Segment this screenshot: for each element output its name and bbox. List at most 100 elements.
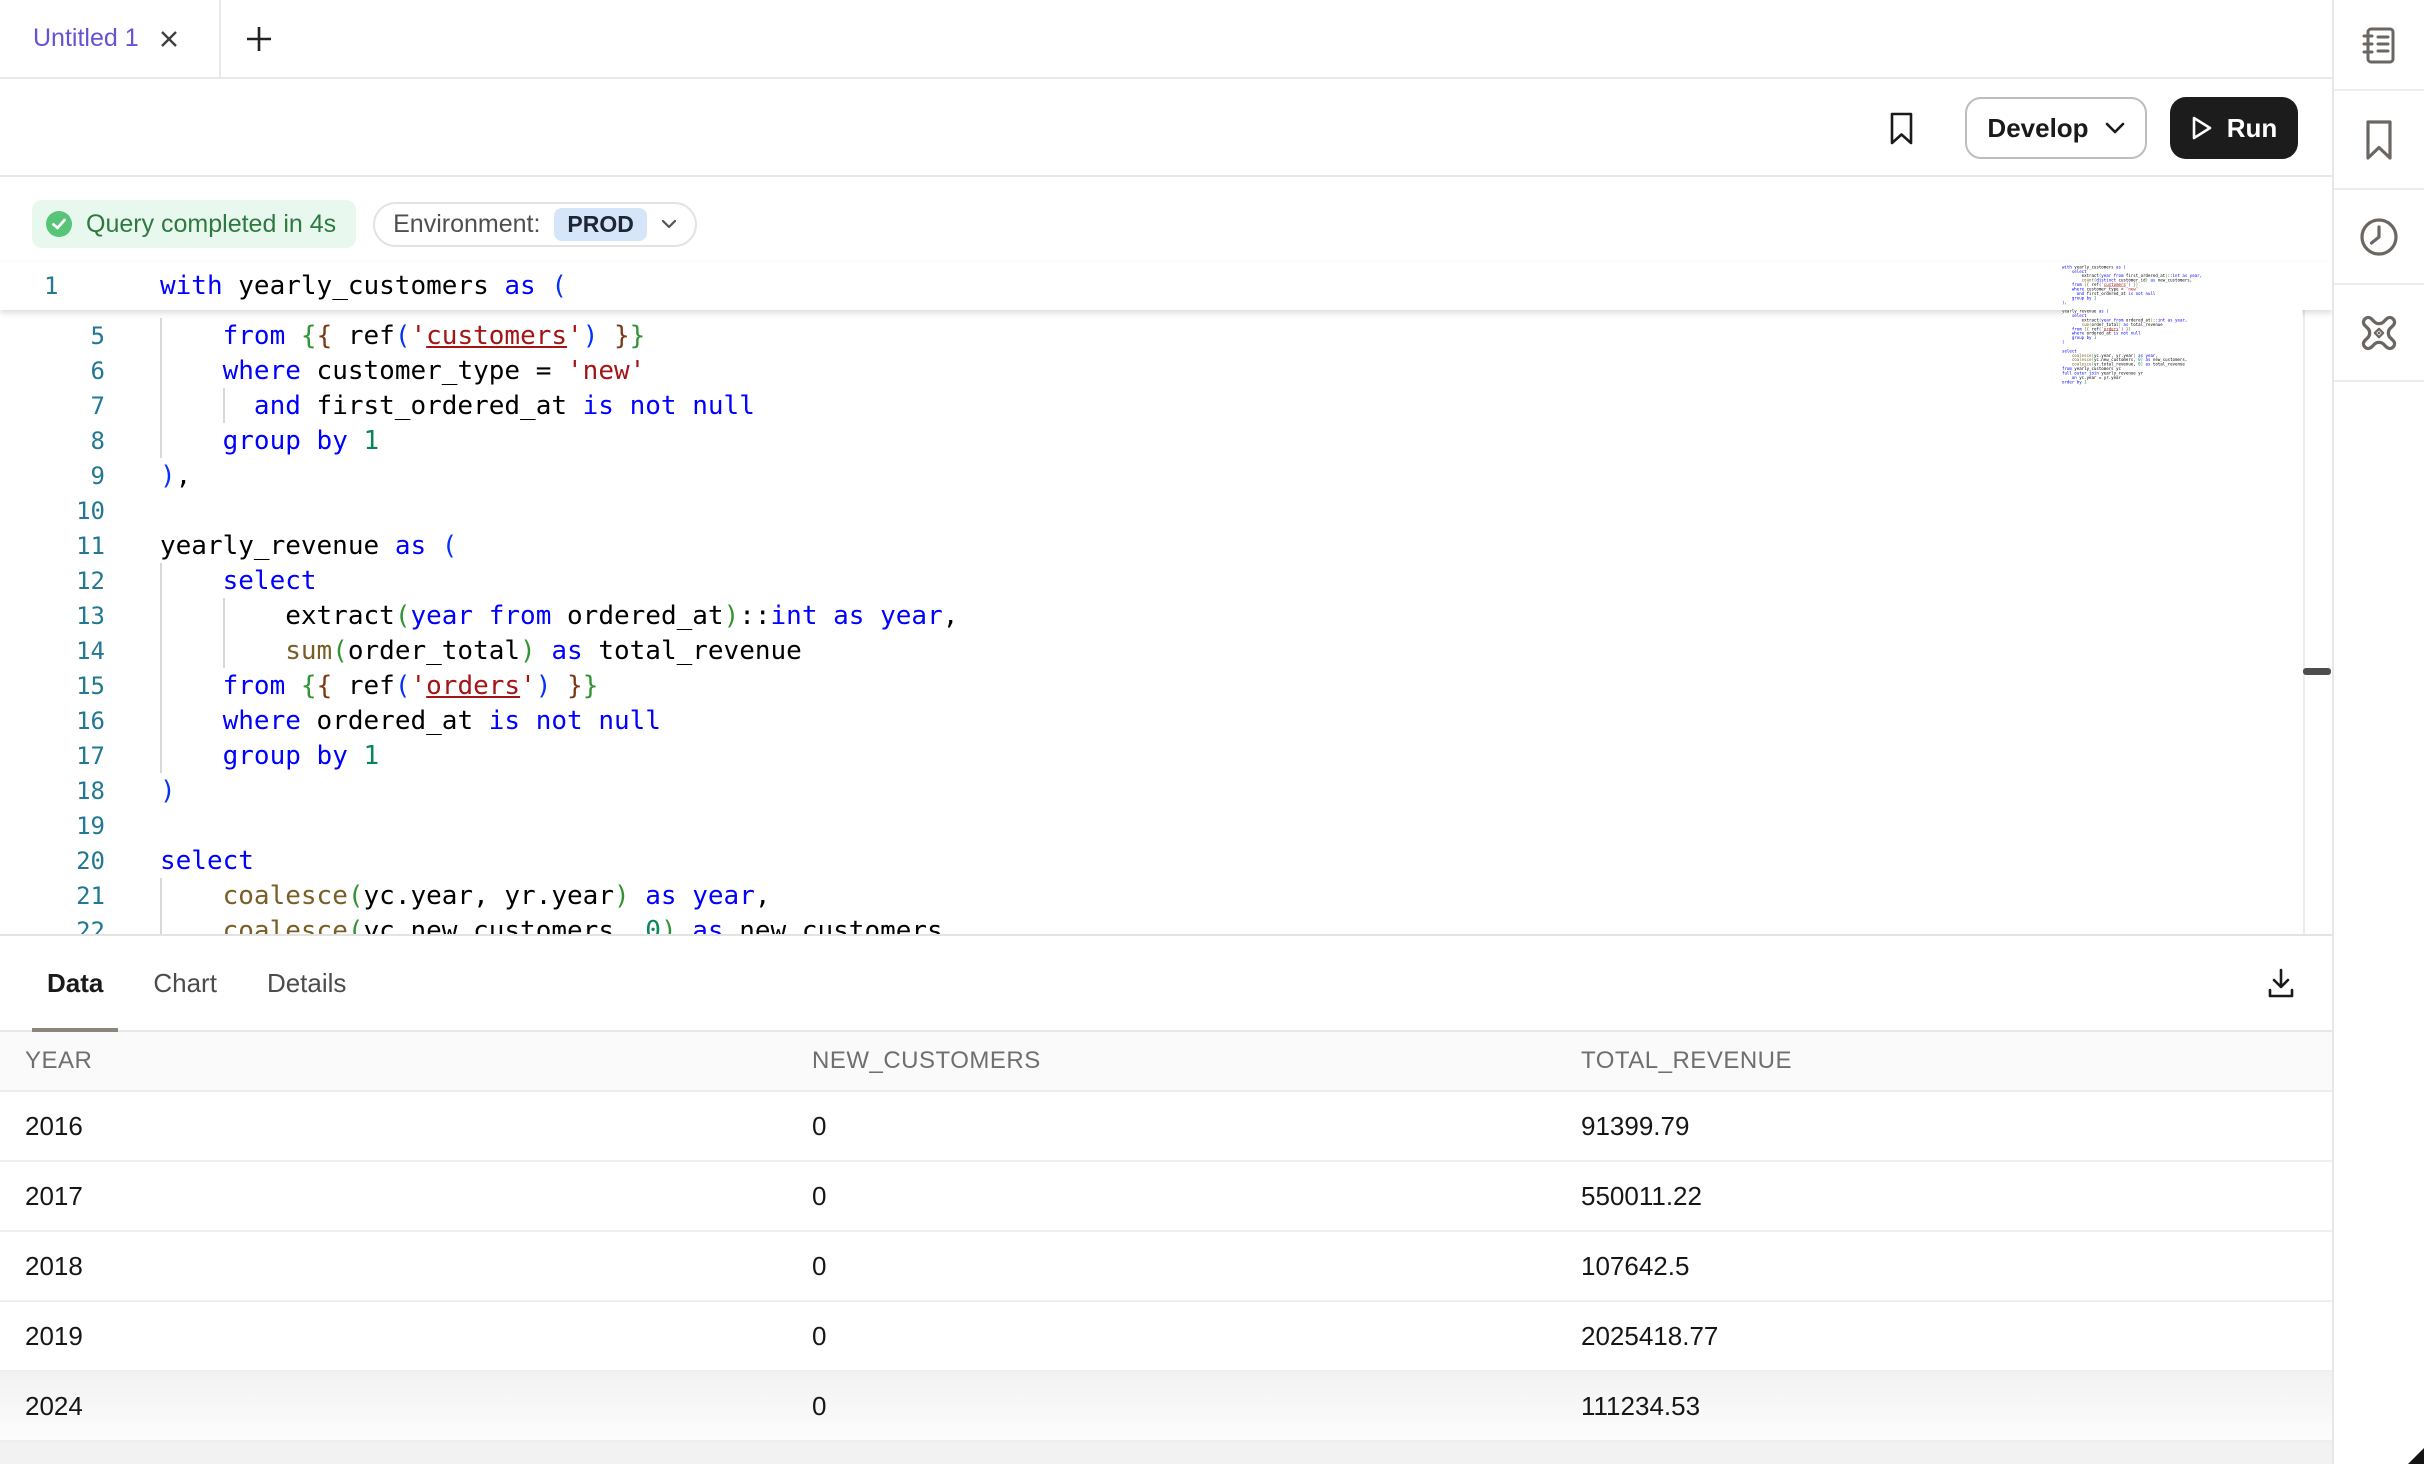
- line-number: 5: [0, 322, 105, 350]
- code-line-10[interactable]: 10: [0, 493, 2300, 528]
- code-lines[interactable]: 5 from {{ ref('customers') }}6 where cus…: [0, 318, 2300, 934]
- table-cell: 91399.79: [1581, 1111, 2332, 1142]
- table-row[interactable]: 2016091399.79: [0, 1092, 2332, 1162]
- plus-icon: [244, 24, 274, 54]
- code-line-5[interactable]: 5 from {{ ref('customers') }}: [0, 318, 2300, 353]
- sql-editor[interactable]: Query completed in 4s Environment: PROD …: [0, 177, 2332, 934]
- bookmark-icon: [2363, 119, 2395, 161]
- code-line-20[interactable]: 20select: [0, 843, 2300, 878]
- line-number: 7: [0, 392, 105, 420]
- table-cell: 0: [812, 1321, 1581, 1352]
- indent-guide: [223, 388, 225, 423]
- environment-label: Environment:: [393, 210, 540, 239]
- app-window: Untitled 1 Develop Run Query complete: [0, 0, 2424, 1464]
- line-number: 14: [0, 637, 105, 665]
- sidebar-item-history[interactable]: [2334, 190, 2424, 285]
- query-status-badge: Query completed in 4s: [32, 200, 356, 248]
- code-line-15[interactable]: 15 from {{ ref('orders') }}: [0, 668, 2300, 703]
- download-icon: [2265, 967, 2297, 1001]
- chevron-down-icon: [661, 219, 677, 230]
- code-line-22[interactable]: 22 coalesce(yc.new_customers, 0) as new_…: [0, 913, 2300, 934]
- indent-guide: [223, 598, 225, 668]
- code-line-16[interactable]: 16 where ordered_at is not null: [0, 703, 2300, 738]
- line-number: 11: [0, 532, 105, 560]
- indent-guide: [160, 318, 162, 458]
- line-number: 15: [0, 672, 105, 700]
- sidebar-item-bookmarks[interactable]: [2334, 91, 2424, 190]
- code-line-8[interactable]: 8 group by 1: [0, 423, 2300, 458]
- code-line-14[interactable]: 14 sum(order_total) as total_revenue: [0, 633, 2300, 668]
- dbt-logo-icon: [2357, 311, 2401, 355]
- code-line-6[interactable]: 6 where customer_type = 'new': [0, 353, 2300, 388]
- table-row[interactable]: 201902025418.77: [0, 1302, 2332, 1372]
- table-row[interactable]: 20170550011.22: [0, 1162, 2332, 1232]
- indent-guide: [160, 878, 162, 934]
- code-line-13[interactable]: 13 extract(year from ordered_at)::int as…: [0, 598, 2300, 633]
- table-cell: 107642.5: [1581, 1251, 2332, 1282]
- sticky-line-code: with yearly_customers as (: [160, 262, 567, 310]
- chevron-down-icon: [2105, 122, 2125, 135]
- status-row: Query completed in 4s Environment: PROD: [32, 200, 697, 248]
- editor-scrollbar-track: [2303, 262, 2305, 934]
- table-cell: 2018: [25, 1251, 812, 1282]
- line-number: 21: [0, 882, 105, 910]
- code-line-18[interactable]: 18): [0, 773, 2300, 808]
- line-number: 8: [0, 427, 105, 455]
- results-panel: DataChartDetails YEARNEW_CUSTOMERSTOTAL_…: [0, 934, 2332, 1464]
- column-header: YEAR: [25, 1047, 812, 1075]
- code-line-17[interactable]: 17 group by 1: [0, 738, 2300, 773]
- table-cell: 2019: [25, 1321, 812, 1352]
- code-line-9[interactable]: 9),: [0, 458, 2300, 493]
- sidebar-item-notebook[interactable]: [2334, 0, 2424, 91]
- line-number: 16: [0, 707, 105, 735]
- table-row[interactable]: 20180107642.5: [0, 1232, 2332, 1302]
- editor-scrollbar-thumb[interactable]: [2303, 668, 2331, 675]
- results-tab-data[interactable]: Data: [32, 935, 118, 1031]
- develop-button[interactable]: Develop: [1965, 97, 2147, 159]
- table-cell: 2016: [25, 1111, 812, 1142]
- minimap[interactable]: with yearly_customers as ( select extrac…: [2062, 265, 2302, 391]
- table-cell: 0: [812, 1251, 1581, 1282]
- code-line-7[interactable]: 7 and first_ordered_at is not null: [0, 388, 2300, 423]
- line-number: 6: [0, 357, 105, 385]
- line-number: 12: [0, 567, 105, 595]
- bookmark-button[interactable]: [1888, 112, 1915, 151]
- results-tab-chart[interactable]: Chart: [138, 935, 232, 1031]
- close-icon[interactable]: [157, 27, 181, 51]
- history-clock-icon: [2358, 216, 2400, 258]
- indent-guide: [160, 563, 162, 773]
- run-button[interactable]: Run: [2170, 97, 2298, 159]
- sidebar-item-dbt[interactable]: [2334, 285, 2424, 382]
- line-number: 13: [0, 602, 105, 630]
- results-tab-bar: DataChartDetails: [0, 936, 2332, 1032]
- table-cell: 0: [812, 1391, 1581, 1422]
- run-label: Run: [2227, 113, 2278, 144]
- table-row[interactable]: 20240111234.53: [0, 1372, 2332, 1442]
- line-number: 17: [0, 742, 105, 770]
- new-tab-button[interactable]: [221, 0, 297, 77]
- table-cell: 2024: [25, 1391, 812, 1422]
- play-icon: [2191, 115, 2213, 141]
- environment-selector[interactable]: Environment: PROD: [373, 202, 697, 247]
- code-line-21[interactable]: 21 coalesce(yc.year, yr.year) as year,: [0, 878, 2300, 913]
- table-cell: 0: [812, 1181, 1581, 1212]
- check-circle-icon: [45, 210, 73, 238]
- table-cell: 2025418.77: [1581, 1321, 2332, 1352]
- table-cell: 111234.53: [1581, 1391, 2332, 1422]
- table-cell: 550011.22: [1581, 1181, 2332, 1212]
- column-header: TOTAL_REVENUE: [1581, 1047, 2332, 1075]
- resize-grip[interactable]: [2408, 1448, 2424, 1464]
- code-line-11[interactable]: 11yearly_revenue as (: [0, 528, 2300, 563]
- table-cell: 2017: [25, 1181, 812, 1212]
- code-line-12[interactable]: 12 select: [0, 563, 2300, 598]
- table-partial-row: [0, 1442, 2332, 1464]
- sticky-line-number: 1: [44, 262, 58, 310]
- develop-label: Develop: [1987, 113, 2088, 144]
- results-tab-details[interactable]: Details: [252, 935, 361, 1031]
- download-button[interactable]: [2265, 967, 2297, 1006]
- right-sidebar: [2332, 0, 2424, 1464]
- table-cell: 0: [812, 1111, 1581, 1142]
- tab-untitled-1[interactable]: Untitled 1: [0, 0, 221, 77]
- line-number: 19: [0, 812, 105, 840]
- code-line-19[interactable]: 19: [0, 808, 2300, 843]
